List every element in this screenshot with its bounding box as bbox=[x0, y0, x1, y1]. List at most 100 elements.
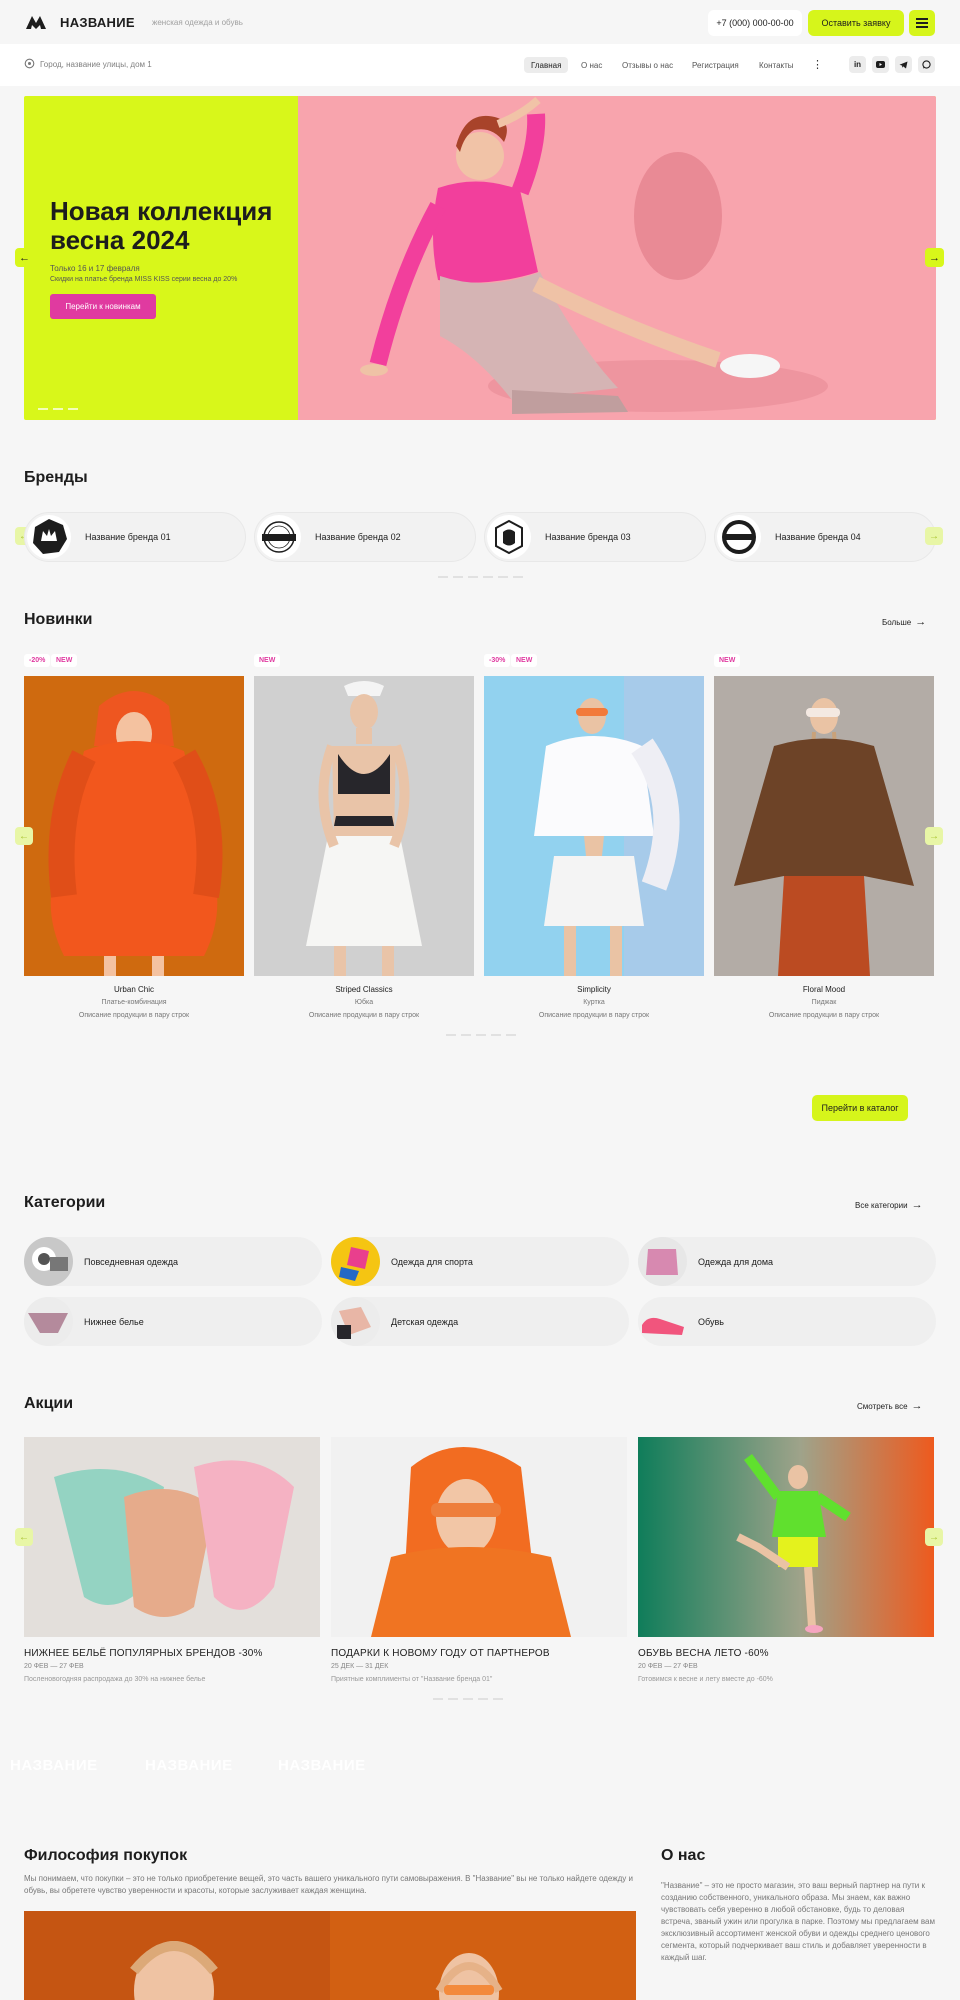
brand-logo-icon bbox=[717, 515, 761, 559]
brand-card[interactable]: Название бренда 03 bbox=[484, 512, 706, 562]
discount-badge: -30% bbox=[484, 654, 511, 667]
ticker-text: НАЗВАНИЕ bbox=[278, 1757, 366, 1774]
brand-name: Название бренда 02 bbox=[315, 532, 401, 542]
category-name: Одежда для дома bbox=[698, 1257, 774, 1267]
arrow-right-icon: → bbox=[911, 1199, 923, 1211]
brands-pager-dot[interactable] bbox=[513, 576, 523, 578]
promos-pager-dot[interactable] bbox=[463, 1698, 473, 1700]
product-desc: Описание продукции в пару строк bbox=[308, 1012, 420, 1019]
promos-see-all-link[interactable]: Смотреть все → bbox=[857, 1400, 923, 1412]
new-arrivals-pager-dot[interactable] bbox=[476, 1034, 486, 1036]
new-arrivals-more-link[interactable]: Больше → bbox=[882, 616, 926, 628]
request-button[interactable]: Оставить заявку bbox=[808, 10, 904, 36]
category-name: Обувь bbox=[698, 1317, 724, 1327]
promo-date: 20 ФЕВ — 27 ФЕВ bbox=[638, 1663, 698, 1670]
category-card[interactable]: Повседневная одежда bbox=[24, 1237, 322, 1286]
hero-next-arrow-icon[interactable]: → bbox=[925, 248, 944, 267]
logo-text[interactable]: НАЗВАНИЕ bbox=[60, 15, 135, 30]
linkedin-icon[interactable]: in bbox=[849, 56, 866, 73]
address-text: Город, название улицы, дом 1 bbox=[40, 60, 152, 69]
kebab-icon[interactable]: ⋮ bbox=[812, 58, 823, 71]
all-categories-link[interactable]: Все категории → bbox=[855, 1199, 923, 1211]
hero-pager-dot[interactable] bbox=[53, 408, 63, 410]
telegram-icon[interactable] bbox=[895, 56, 912, 73]
whatsapp-icon[interactable] bbox=[918, 56, 935, 73]
promo-image[interactable] bbox=[24, 1437, 320, 1637]
brand-name: Название бренда 04 bbox=[775, 532, 861, 542]
new-arrivals-pager-dot[interactable] bbox=[491, 1034, 501, 1036]
brand-logo-icon bbox=[487, 515, 531, 559]
promos-pager-dot[interactable] bbox=[478, 1698, 488, 1700]
category-image bbox=[331, 1297, 380, 1346]
product-name[interactable]: Urban Chic bbox=[24, 985, 244, 994]
product-image[interactable] bbox=[24, 676, 244, 976]
brands-next-arrow-icon[interactable]: → bbox=[925, 527, 943, 545]
arrow-right-icon: → bbox=[911, 1400, 923, 1412]
discount-badge: -20% bbox=[24, 654, 51, 667]
brand-card[interactable]: Название бренда 04 bbox=[714, 512, 936, 562]
new-arrivals-next-arrow-icon[interactable]: → bbox=[925, 827, 943, 845]
hamburger-menu-button[interactable] bbox=[909, 10, 935, 36]
category-name: Одежда для спорта bbox=[391, 1257, 473, 1267]
nav-item-reviews[interactable]: Отзывы о нас bbox=[615, 57, 680, 73]
promo-image[interactable] bbox=[638, 1437, 934, 1637]
more-link-label: Больше bbox=[882, 617, 912, 627]
logo-icon[interactable] bbox=[25, 13, 47, 31]
promos-next-arrow-icon[interactable]: → bbox=[925, 1528, 943, 1546]
promos-prev-arrow-icon[interactable]: ← bbox=[15, 1528, 33, 1546]
new-badge: NEW bbox=[511, 654, 538, 667]
hero-cta-button[interactable]: Перейти к новинкам bbox=[50, 294, 156, 319]
brands-pager-dot[interactable] bbox=[468, 576, 478, 578]
hero-prev-arrow-icon[interactable]: ← bbox=[15, 248, 34, 267]
brands-pager-dot[interactable] bbox=[453, 576, 463, 578]
brands-pager-dot[interactable] bbox=[438, 576, 448, 578]
category-card[interactable]: Обувь bbox=[638, 1297, 936, 1346]
category-card[interactable]: Одежда для спорта bbox=[331, 1237, 629, 1286]
nav-item-contacts[interactable]: Контакты bbox=[752, 57, 801, 73]
promo-title[interactable]: ОБУВЬ ВЕСНА ЛЕТО -60% bbox=[638, 1648, 769, 1659]
product-desc: Описание продукции в пару строк bbox=[538, 1012, 650, 1019]
brand-card[interactable]: Название бренда 02 bbox=[254, 512, 476, 562]
product-type: Куртка bbox=[583, 999, 605, 1006]
nav-item-home[interactable]: Главная bbox=[524, 57, 569, 73]
nav-item-registration[interactable]: Регистрация bbox=[685, 57, 746, 73]
product-name[interactable]: Striped Classics bbox=[254, 985, 474, 994]
phone-link[interactable]: +7 (000) 000-00-00 bbox=[708, 10, 802, 36]
brand-logo-icon bbox=[257, 515, 301, 559]
about-title: О нас bbox=[661, 1847, 706, 1864]
catalog-button[interactable]: Перейти в каталог bbox=[812, 1095, 908, 1121]
youtube-icon[interactable] bbox=[872, 56, 889, 73]
product-image[interactable] bbox=[484, 676, 704, 976]
new-arrivals-prev-arrow-icon[interactable]: ← bbox=[15, 827, 33, 845]
nav-item-about[interactable]: О нас bbox=[574, 57, 609, 73]
brands-pager-dot[interactable] bbox=[498, 576, 508, 578]
hero-pager-dot[interactable] bbox=[68, 408, 78, 410]
promo-title[interactable]: ПОДАРКИ К НОВОМУ ГОДУ ОТ ПАРТНЕРОВ bbox=[331, 1648, 550, 1659]
promo-image[interactable] bbox=[331, 1437, 627, 1637]
new-arrivals-pager-dot[interactable] bbox=[446, 1034, 456, 1036]
promos-pager-dot[interactable] bbox=[433, 1698, 443, 1700]
category-name: Детская одежда bbox=[391, 1317, 459, 1327]
promos-pager-dot[interactable] bbox=[448, 1698, 458, 1700]
hero-pager-dot[interactable] bbox=[38, 408, 48, 410]
new-arrivals-pager-dot[interactable] bbox=[461, 1034, 471, 1036]
tagline: женская одежда и обувь bbox=[152, 18, 243, 27]
category-card[interactable]: Детская одежда bbox=[331, 1297, 629, 1346]
promo-title[interactable]: НИЖНЕЕ БЕЛЬЁ ПОПУЛЯРНЫХ БРЕНДОВ -30% bbox=[24, 1648, 263, 1659]
product-image[interactable] bbox=[714, 676, 934, 976]
brand-card[interactable]: Название бренда 01 bbox=[24, 512, 246, 562]
category-name: Нижнее белье bbox=[84, 1317, 144, 1327]
category-image bbox=[24, 1237, 73, 1286]
product-image[interactable] bbox=[254, 676, 474, 976]
brands-pager-dot[interactable] bbox=[483, 576, 493, 578]
product-name[interactable]: Simplicity bbox=[484, 985, 704, 994]
promos-pager-dot[interactable] bbox=[493, 1698, 503, 1700]
category-card[interactable]: Нижнее белье bbox=[24, 1297, 322, 1346]
promo-desc: Посленовогодняя распродажа до 30% на ниж… bbox=[24, 1676, 206, 1683]
promos-title: Акции bbox=[24, 1395, 74, 1412]
new-arrivals-pager-dot[interactable] bbox=[506, 1034, 516, 1036]
category-card[interactable]: Одежда для дома bbox=[638, 1237, 936, 1286]
category-image bbox=[638, 1297, 687, 1346]
hero-note: Скидки на платье бренда MISS KISS серии … bbox=[50, 276, 238, 283]
product-name[interactable]: Floral Mood bbox=[714, 985, 934, 994]
